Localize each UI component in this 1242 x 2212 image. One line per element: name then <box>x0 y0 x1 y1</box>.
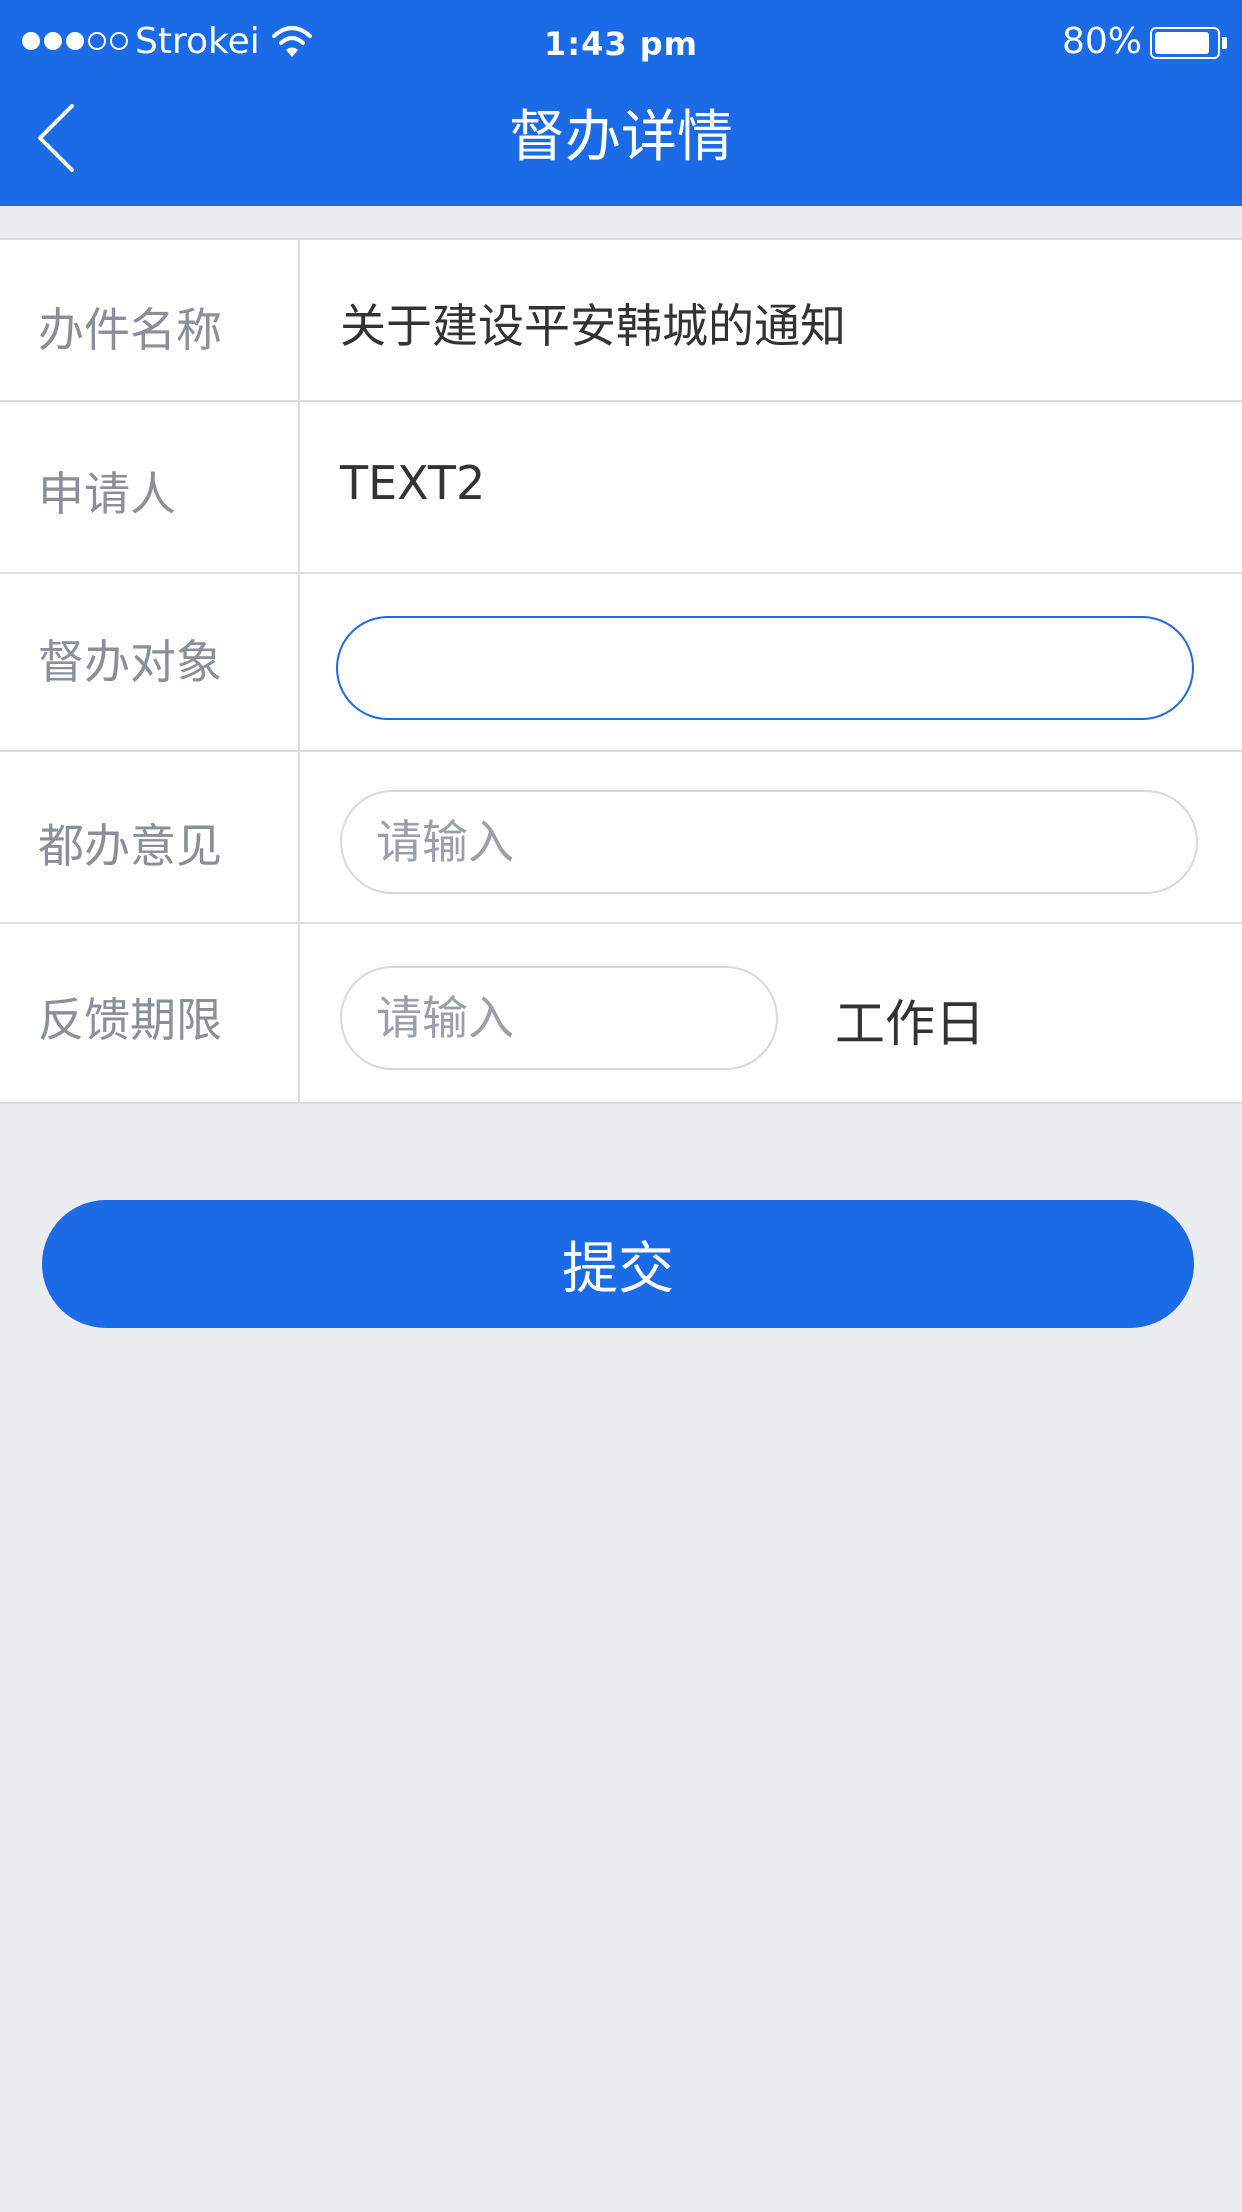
form-row-name: 办件名称 关于建设平安韩城的通知 <box>0 240 1242 402</box>
status-time: 1:43 pm <box>544 25 698 63</box>
status-bar: Strokei 1:43 pm 80% <box>0 0 1242 80</box>
feedback-deadline-input[interactable] <box>340 966 778 1070</box>
row-divider <box>298 402 300 572</box>
row-divider <box>298 924 300 1104</box>
form-row-opinion: 都办意见 <box>0 752 1242 924</box>
page-title: 督办详情 <box>509 105 733 170</box>
app-header: Strokei 1:43 pm 80% 督办详情 <box>0 0 1242 206</box>
battery-icon <box>1150 27 1220 59</box>
battery-fill <box>1155 32 1209 54</box>
submit-button[interactable]: 提交 <box>42 1200 1194 1328</box>
row-label: 办件名称 <box>38 303 222 357</box>
detail-form: 办件名称 关于建设平安韩城的通知 申请人 TEXT2 督办对象 都办意见 反馈期… <box>0 238 1242 1104</box>
item-name-value: 关于建设平安韩城的通知 <box>340 299 846 353</box>
row-divider <box>298 752 300 922</box>
form-row-deadline: 反馈期限 工作日 <box>0 924 1242 1104</box>
row-label: 督办对象 <box>38 635 222 689</box>
row-divider <box>298 574 300 750</box>
supervision-opinion-input[interactable] <box>340 790 1198 894</box>
supervision-target-input[interactable] <box>336 616 1194 720</box>
row-label: 申请人 <box>38 467 176 521</box>
row-divider <box>298 240 300 400</box>
deadline-unit: 工作日 <box>835 995 985 1053</box>
applicant-value: TEXT2 <box>340 456 486 510</box>
row-label: 都办意见 <box>38 819 222 873</box>
battery-tip <box>1222 37 1227 49</box>
form-row-applicant: 申请人 TEXT2 <box>0 402 1242 574</box>
form-row-target: 督办对象 <box>0 574 1242 752</box>
battery-percent: 80% <box>1062 21 1143 62</box>
row-label: 反馈期限 <box>38 993 222 1047</box>
